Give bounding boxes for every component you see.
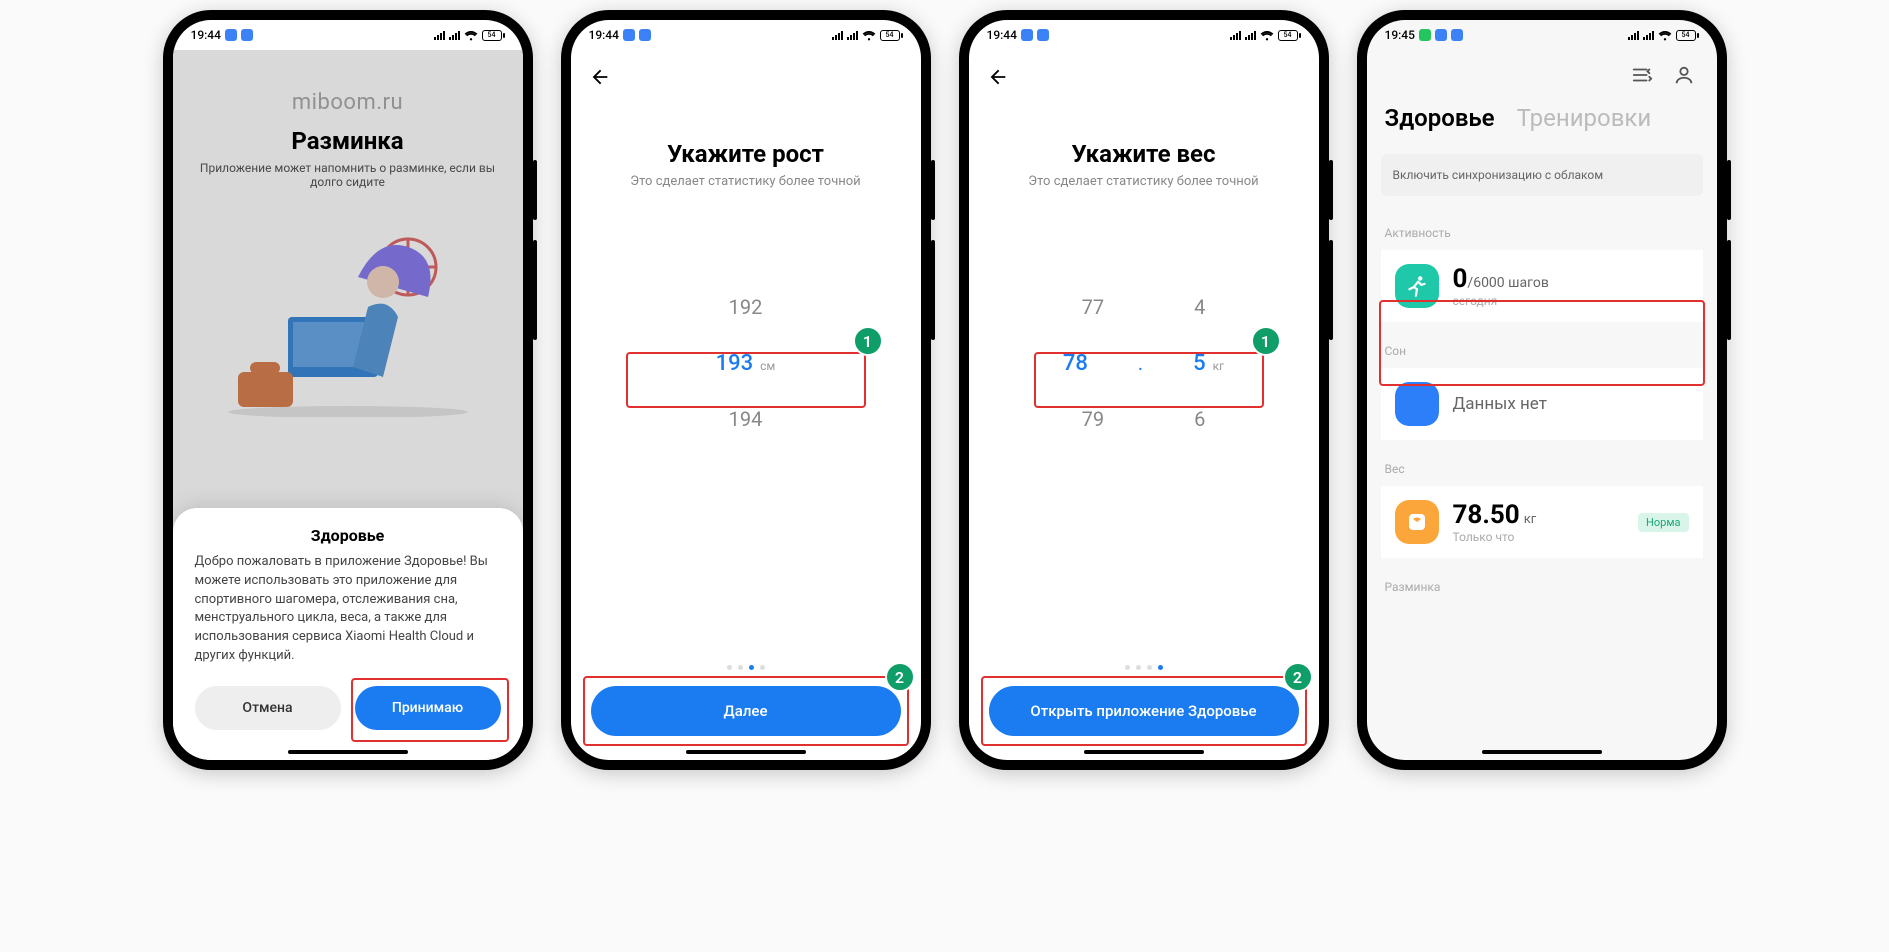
- scale-icon: [1395, 500, 1439, 544]
- status-time: 19:44: [589, 28, 619, 42]
- annotation-badge-2: 2: [885, 662, 915, 692]
- page-title: Разминка: [173, 127, 523, 155]
- profile-icon[interactable]: [1673, 64, 1695, 86]
- status-time: 19:44: [987, 28, 1017, 42]
- page-title: Укажите вес: [969, 140, 1319, 168]
- back-button[interactable]: [987, 66, 1009, 88]
- picker-next: 194: [729, 407, 763, 431]
- signal-icon: [1628, 30, 1639, 40]
- page-title: Укажите рост: [571, 140, 921, 168]
- picker-prev-int: 77: [1082, 295, 1104, 319]
- highlight-box: [583, 676, 909, 746]
- highlight-box: [981, 676, 1307, 746]
- status-indicator-icon: [1419, 29, 1431, 41]
- wifi-icon: [1658, 30, 1672, 41]
- highlight-box: [1034, 352, 1264, 408]
- sheet-title: Здоровье: [195, 526, 501, 545]
- weight-status-badge: Норма: [1638, 513, 1688, 532]
- phone-2: 19:44 54 Укажите рост Это сделает статис…: [561, 10, 931, 770]
- picker-next-dec: 6: [1194, 407, 1205, 431]
- phone-4: 19:45 54 Здоровье: [1357, 10, 1727, 770]
- moon-icon: [1395, 382, 1439, 426]
- steps-value: 0: [1453, 264, 1468, 294]
- signal-icon: [1643, 30, 1654, 40]
- signal-icon: [1245, 30, 1256, 40]
- status-time: 19:44: [191, 28, 221, 42]
- settings-icon[interactable]: [1631, 64, 1653, 86]
- status-indicator-icon: [241, 29, 253, 41]
- tabs: Здоровье Тренировки: [1367, 86, 1717, 142]
- phone-1: 19:44 54 miboom.ru Разминка Прилож: [163, 10, 533, 770]
- battery-icon: 54: [1278, 30, 1301, 41]
- status-indicator-icon: [639, 29, 651, 41]
- annotation-badge-1: 1: [853, 326, 883, 356]
- status-indicator-icon: [1021, 29, 1033, 41]
- section-activity-label: Активность: [1367, 208, 1717, 246]
- battery-icon: 54: [1676, 30, 1699, 41]
- page-indicator: [969, 665, 1319, 670]
- picker-prev-dec: 4: [1194, 295, 1205, 319]
- annotation-badge-1: 1: [1251, 326, 1281, 356]
- status-indicator-icon: [225, 29, 237, 41]
- picker-prev: 192: [729, 295, 763, 319]
- section-weight-label: Вес: [1367, 444, 1717, 482]
- signal-icon: [434, 30, 445, 40]
- status-indicator-icon: [623, 29, 635, 41]
- status-indicator-icon: [1451, 29, 1463, 41]
- home-indicator[interactable]: [1482, 750, 1602, 754]
- status-indicator-icon: [1435, 29, 1447, 41]
- picker-next-int: 79: [1082, 407, 1104, 431]
- watermark: miboom.ru: [173, 90, 523, 115]
- cloud-sync-banner[interactable]: Включить синхронизацию с облаком: [1381, 154, 1703, 196]
- page-subtitle: Это сделает статистику более точной: [969, 174, 1319, 189]
- weight-value: 78.50: [1453, 500, 1520, 530]
- signal-icon: [847, 30, 858, 40]
- illustration: [208, 217, 488, 417]
- back-button[interactable]: [589, 66, 611, 88]
- weight-unit: кг: [1524, 512, 1537, 527]
- weight-card[interactable]: 78.50 кг Только что Норма: [1381, 486, 1703, 558]
- highlight-box: [1379, 300, 1705, 386]
- status-time: 19:45: [1385, 28, 1415, 42]
- wifi-icon: [464, 30, 478, 41]
- battery-icon: 54: [482, 30, 505, 41]
- sleep-text: Данных нет: [1453, 394, 1689, 414]
- home-indicator[interactable]: [686, 750, 806, 754]
- wifi-icon: [862, 30, 876, 41]
- signal-icon: [1230, 30, 1241, 40]
- weight-sub: Только что: [1453, 530, 1625, 544]
- battery-icon: 54: [880, 30, 903, 41]
- status-indicator-icon: [1037, 29, 1049, 41]
- home-indicator[interactable]: [1084, 750, 1204, 754]
- sheet-body: Добро пожаловать в приложение Здоровье! …: [195, 553, 501, 666]
- page-indicator: [571, 665, 921, 670]
- status-bar: 19:44 54: [571, 20, 921, 50]
- phone-3: 19:44 54 Укажите вес Это сделает статист…: [959, 10, 1329, 770]
- status-bar: 19:44 54: [969, 20, 1319, 50]
- status-bar: 19:45 54: [1367, 20, 1717, 50]
- wifi-icon: [1260, 30, 1274, 41]
- status-bar: 19:44 54: [173, 20, 523, 50]
- steps-goal: /6000 шагов: [1467, 275, 1548, 291]
- home-indicator[interactable]: [288, 750, 408, 754]
- page-subtitle: Приложение может напомнить о разминке, е…: [173, 161, 523, 189]
- page-subtitle: Это сделает статистику более точной: [571, 174, 921, 189]
- signal-icon: [449, 30, 460, 40]
- highlight-box: [626, 352, 866, 408]
- tab-workout[interactable]: Тренировки: [1517, 104, 1652, 132]
- tab-health[interactable]: Здоровье: [1385, 104, 1495, 132]
- section-warmup-label: Разминка: [1367, 562, 1717, 600]
- annotation-badge-2: 2: [1283, 662, 1313, 692]
- highlight-box: [351, 678, 509, 742]
- signal-icon: [832, 30, 843, 40]
- cancel-button[interactable]: Отмена: [195, 686, 341, 730]
